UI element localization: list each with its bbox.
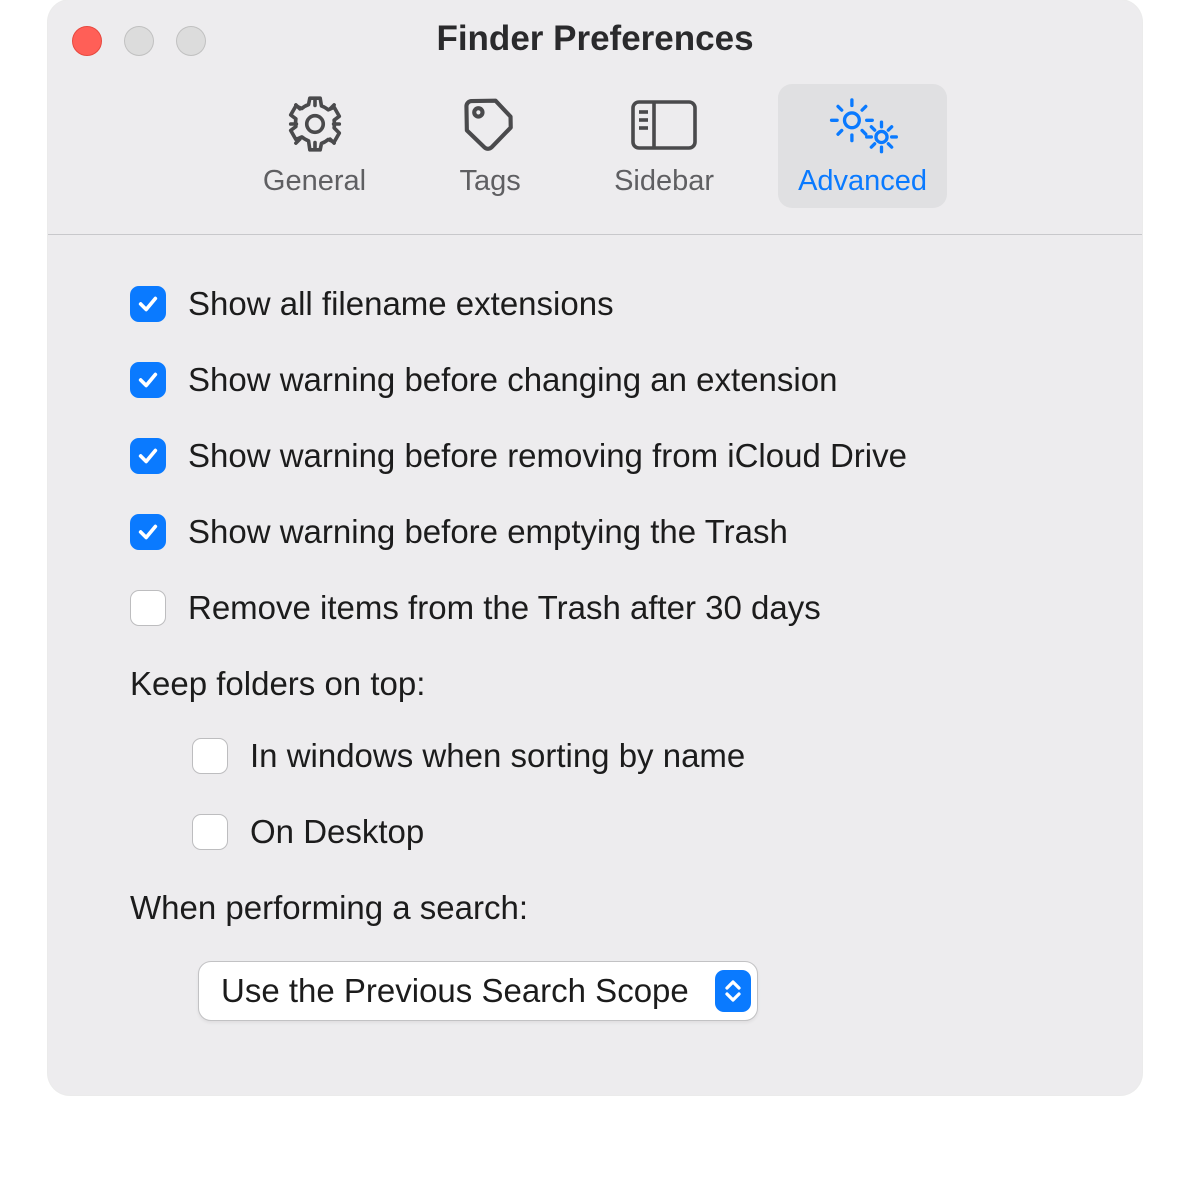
select-value: Use the Previous Search Scope: [221, 972, 689, 1010]
option-row: Show warning before changing an extensio…: [130, 361, 1080, 399]
option-label: On Desktop: [250, 813, 424, 851]
toolbar: General Tags Sidebar: [48, 78, 1142, 235]
option-label: In windows when sorting by name: [250, 737, 745, 775]
search-heading: When performing a search:: [130, 889, 1080, 927]
gear-icon: [278, 93, 352, 155]
checkbox-show-extensions[interactable]: [130, 286, 166, 322]
title-bar: Finder Preferences: [48, 0, 1142, 78]
zoom-button[interactable]: [176, 26, 206, 56]
sidebar-icon: [627, 94, 701, 155]
preferences-window: Finder Preferences General Tags: [48, 0, 1142, 1095]
gears-icon: [826, 93, 900, 155]
tab-advanced[interactable]: Advanced: [778, 84, 947, 208]
tab-tags[interactable]: Tags: [430, 84, 550, 208]
checkbox-warn-empty-trash[interactable]: [130, 514, 166, 550]
updown-icon: [715, 970, 751, 1012]
option-row: Show warning before removing from iCloud…: [130, 437, 1080, 475]
option-label: Show all filename extensions: [188, 285, 614, 323]
search-scope-select[interactable]: Use the Previous Search Scope: [198, 961, 758, 1021]
option-label: Show warning before emptying the Trash: [188, 513, 788, 551]
option-label: Show warning before changing an extensio…: [188, 361, 837, 399]
close-button[interactable]: [72, 26, 102, 56]
tab-label: Advanced: [798, 165, 927, 198]
option-row: Show warning before emptying the Trash: [130, 513, 1080, 551]
checkbox-warn-icloud-remove[interactable]: [130, 438, 166, 474]
option-row: Remove items from the Trash after 30 day…: [130, 589, 1080, 627]
tab-label: Sidebar: [614, 165, 714, 198]
option-row: Show all filename extensions: [130, 285, 1080, 323]
keep-folders-heading: Keep folders on top:: [130, 665, 1080, 703]
checkbox-warn-change-extension[interactable]: [130, 362, 166, 398]
traffic-lights: [72, 26, 206, 56]
option-row: In windows when sorting by name: [130, 737, 1080, 775]
minimize-button[interactable]: [124, 26, 154, 56]
advanced-pane: Show all filename extensions Show warnin…: [48, 235, 1142, 1061]
option-row: On Desktop: [130, 813, 1080, 851]
tab-label: Tags: [459, 165, 520, 198]
tab-sidebar[interactable]: Sidebar: [594, 84, 734, 208]
tag-icon: [453, 93, 527, 155]
tab-label: General: [263, 165, 366, 198]
checkbox-folders-top-windows[interactable]: [192, 738, 228, 774]
window-title: Finder Preferences: [436, 19, 753, 59]
checkbox-folders-top-desktop[interactable]: [192, 814, 228, 850]
checkbox-auto-remove-trash[interactable]: [130, 590, 166, 626]
option-label: Remove items from the Trash after 30 day…: [188, 589, 821, 627]
search-select-wrap: Use the Previous Search Scope: [130, 961, 1080, 1021]
option-label: Show warning before removing from iCloud…: [188, 437, 907, 475]
tab-general[interactable]: General: [243, 84, 386, 208]
